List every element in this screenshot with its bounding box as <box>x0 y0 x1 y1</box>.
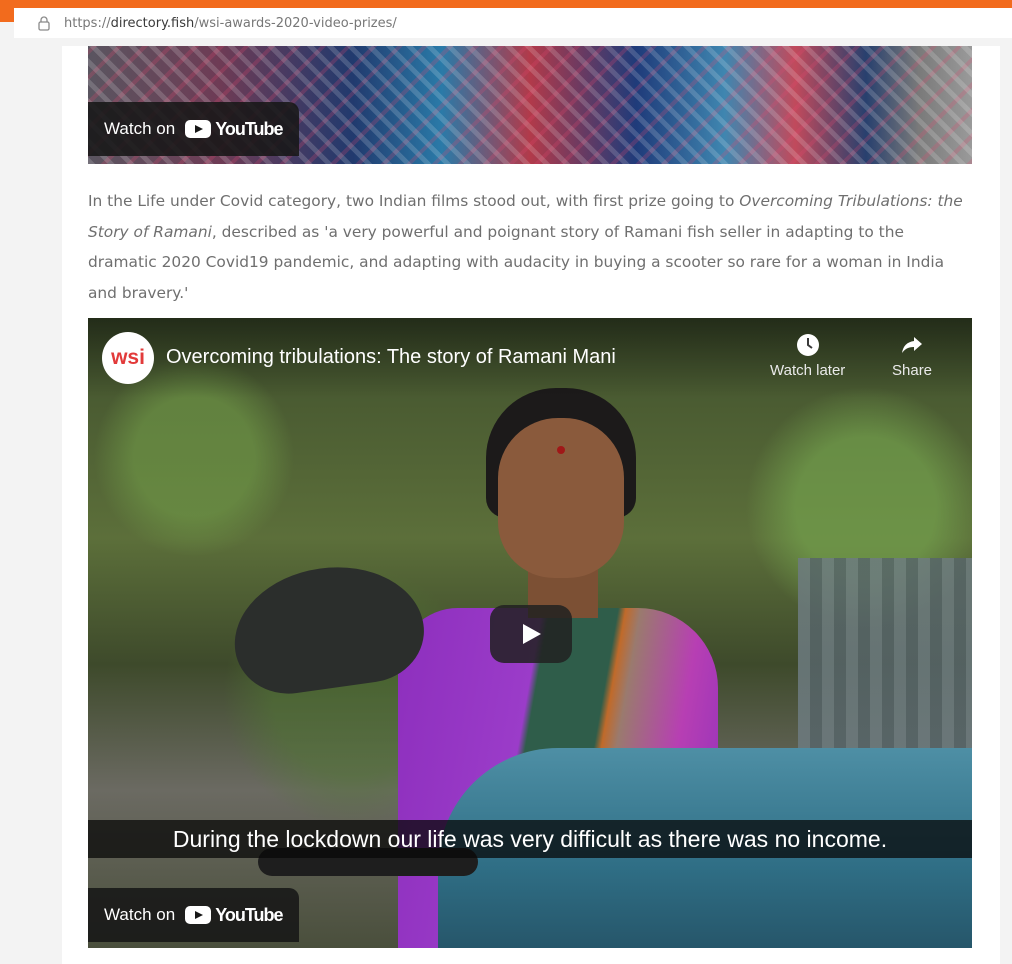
watch-later-label: Watch later <box>770 362 846 379</box>
caption-text: During the lockdown our life was very di… <box>172 825 888 852</box>
browser-top-accent <box>0 0 1012 8</box>
youtube-play-icon <box>185 120 212 138</box>
share-arrow-icon <box>902 337 923 353</box>
watch-on-label: Watch on <box>104 119 176 138</box>
paragraph-text: In the Life under Covid category, two In… <box>88 192 740 210</box>
url-text[interactable]: https://directory.fish/wsi-awards-2020-v… <box>64 16 397 31</box>
face <box>498 418 624 578</box>
youtube-logo: YouTube <box>185 904 284 926</box>
watch-on-youtube-button[interactable]: Watch on YouTube <box>88 102 299 156</box>
watch-on-youtube-button[interactable]: Watch on YouTube <box>88 888 299 942</box>
watch-on-label: Watch on <box>104 905 176 924</box>
video-caption: During the lockdown our life was very di… <box>88 820 972 858</box>
address-bar[interactable]: https://directory.fish/wsi-awards-2020-v… <box>14 8 1012 38</box>
play-button[interactable] <box>490 605 572 663</box>
embedded-video-top[interactable]: Watch on YouTube <box>88 46 972 164</box>
article-paragraph: In the Life under Covid category, two In… <box>88 186 972 308</box>
youtube-wordmark: YouTube <box>215 904 283 925</box>
paragraph-text-rest: , described as 'a very powerful and poig… <box>88 222 945 302</box>
browser-corner-tab <box>0 8 14 22</box>
url-domain: directory.fish <box>110 15 195 31</box>
channel-avatar[interactable]: wsi <box>102 332 154 384</box>
share-button[interactable]: Share <box>892 332 932 379</box>
lock-icon <box>36 15 52 31</box>
youtube-play-icon <box>185 906 212 924</box>
clock-icon <box>796 334 819 356</box>
watch-later-button[interactable]: Watch later <box>770 332 845 379</box>
bindi <box>557 446 565 454</box>
embedded-video-main[interactable]: wsi Overcoming tribulations: The story o… <box>88 318 972 948</box>
url-path: /wsi-awards-2020-video-prizes/ <box>194 15 397 31</box>
share-label: Share <box>892 362 933 379</box>
url-prefix: https:// <box>64 15 111 31</box>
play-icon <box>523 624 541 644</box>
video-title[interactable]: Overcoming tribulations: The story of Ra… <box>166 346 616 369</box>
youtube-wordmark: YouTube <box>215 118 283 139</box>
youtube-logo: YouTube <box>185 118 284 140</box>
